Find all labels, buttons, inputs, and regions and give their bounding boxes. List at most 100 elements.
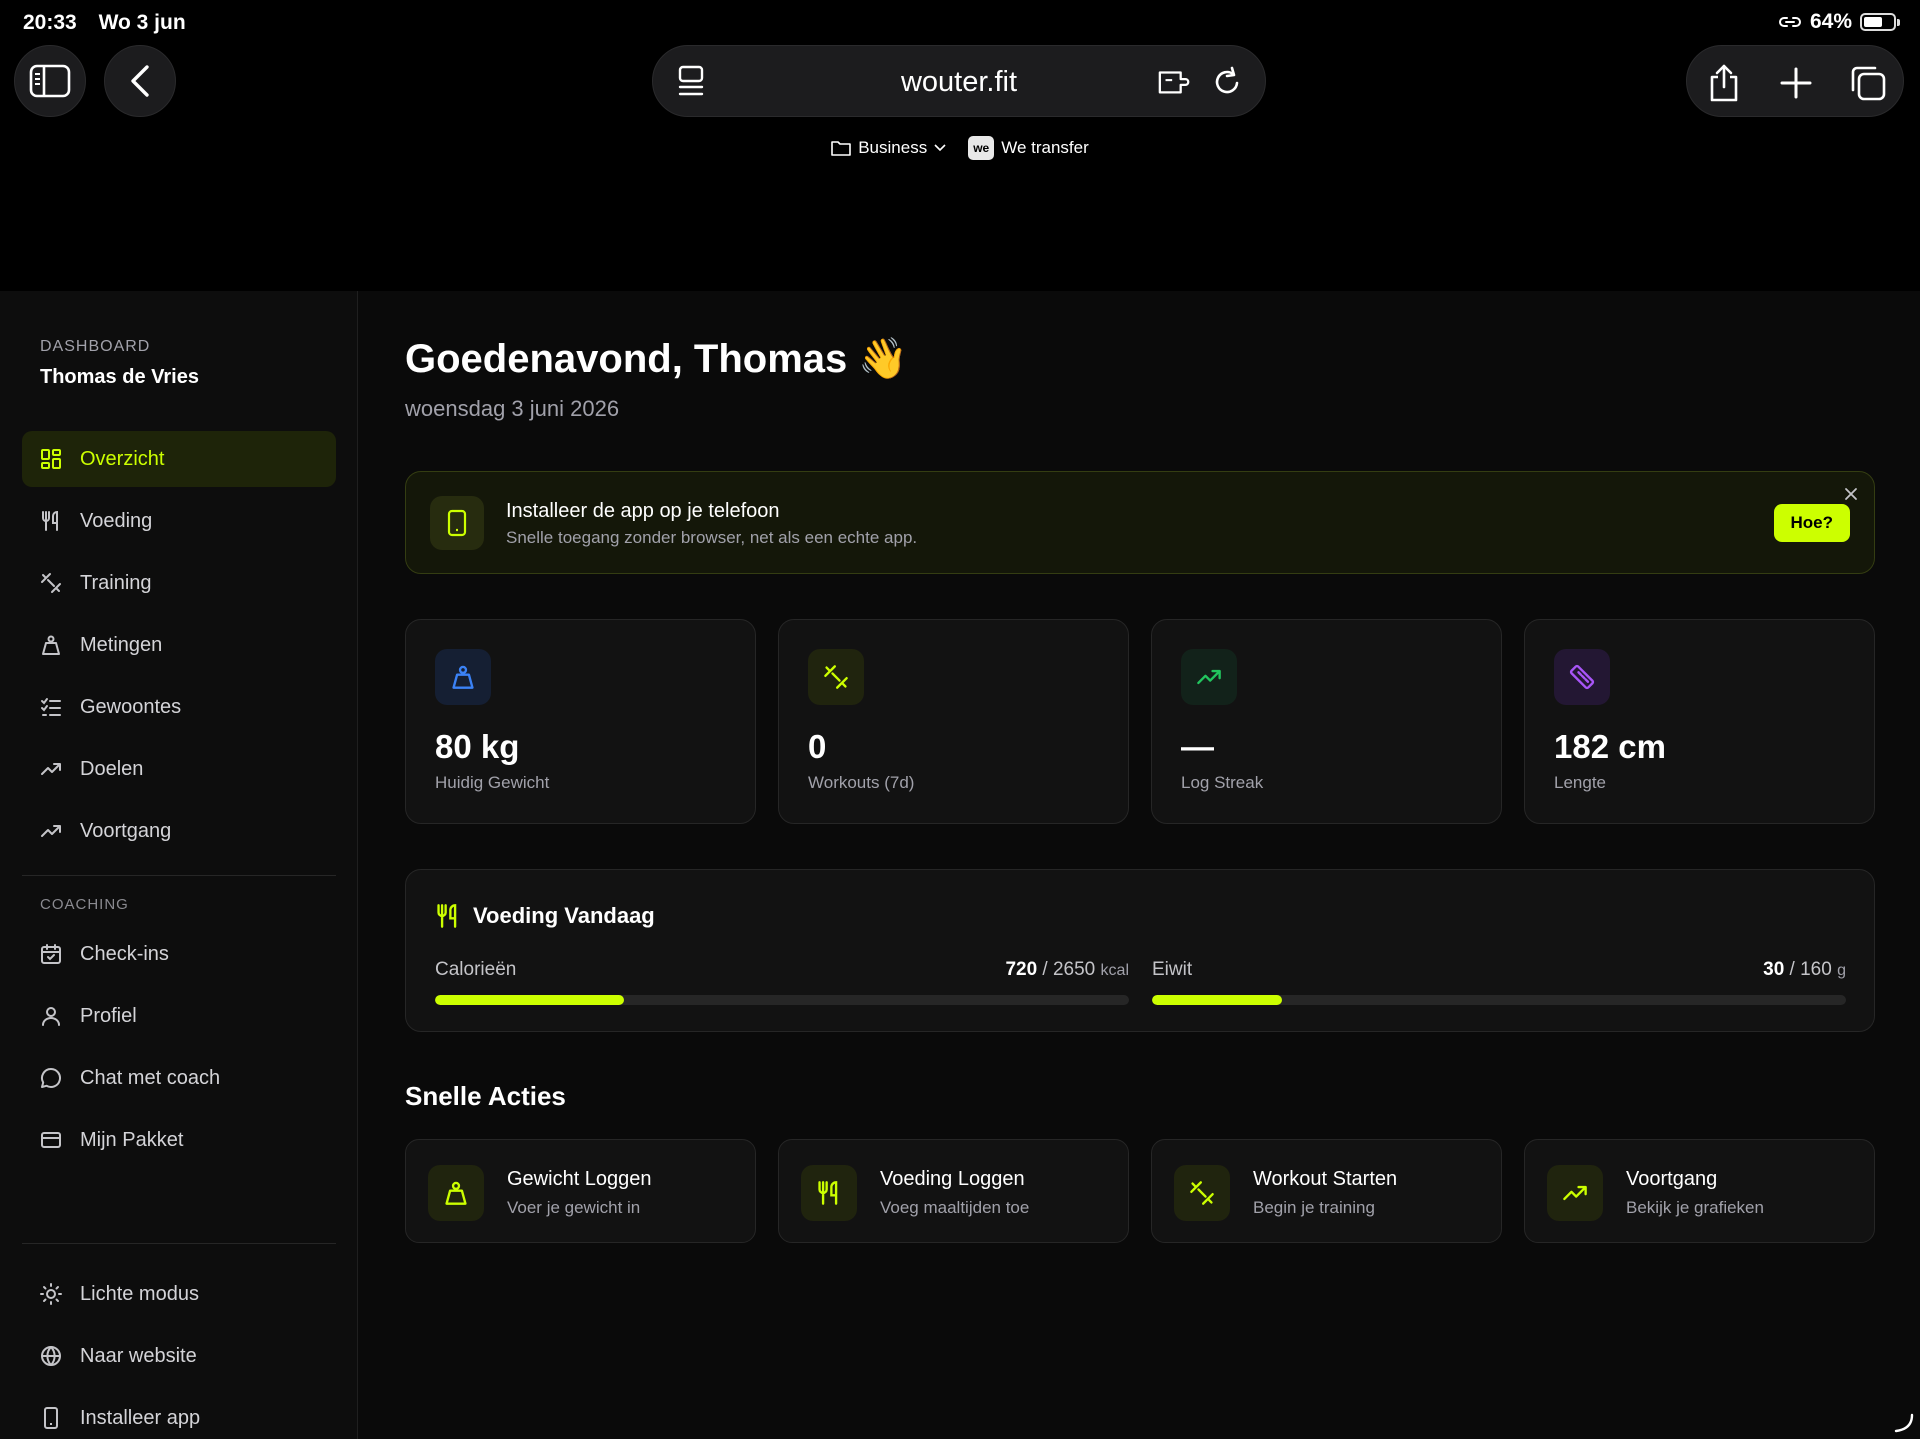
sidebar-toggle-button[interactable] (14, 45, 86, 117)
stat-card-streak: — Log Streak (1151, 619, 1502, 824)
sidebar-item-pakket[interactable]: Mijn Pakket (22, 1112, 336, 1168)
action-title: Workout Starten (1253, 1168, 1398, 1190)
chevron-left-icon (131, 65, 149, 97)
plus-icon (1780, 67, 1812, 99)
macro-current: 720 (1005, 959, 1038, 980)
resize-handle-icon[interactable] (1892, 1411, 1914, 1433)
extension-button[interactable] (1157, 64, 1193, 100)
wetransfer-icon: we (968, 136, 995, 160)
status-time: 20:33 (23, 11, 77, 34)
close-banner-button[interactable] (1842, 485, 1860, 503)
sidebar-divider (22, 875, 336, 876)
progress-bar (1152, 995, 1846, 1005)
sidebar-item-label: Doelen (80, 757, 144, 780)
action-log-nutrition[interactable]: Voeding Loggen Voeg maaltijden toe (778, 1139, 1129, 1243)
action-log-weight[interactable]: Gewicht Loggen Voer je gewicht in (405, 1139, 756, 1243)
weight-icon (428, 1165, 484, 1221)
sidebar-item-gewoontes[interactable]: Gewoontes (22, 679, 336, 735)
chevron-down-icon (934, 144, 946, 152)
checklist-icon (41, 698, 61, 716)
sidebar-item-overzicht[interactable]: Overzicht (22, 431, 336, 487)
stat-label: Workouts (7d) (808, 773, 915, 792)
tabs-icon (1851, 66, 1886, 101)
action-progress[interactable]: Voortgang Bekijk je grafieken (1524, 1139, 1875, 1243)
bookmark-label: We transfer (1001, 138, 1089, 157)
extension-icon (1158, 71, 1190, 94)
stat-value: 80 kg (435, 728, 520, 765)
page-title: Goedenavond, Thomas 👋 (405, 337, 909, 381)
sidebar-item-profiel[interactable]: Profiel (22, 988, 336, 1044)
sidebar-item-label: Overzicht (80, 447, 165, 470)
sidebar-item-chat[interactable]: Chat met coach (22, 1050, 336, 1106)
reload-button[interactable] (1209, 64, 1245, 100)
utensils-icon (42, 510, 58, 531)
sidebar-item-check-ins[interactable]: Check-ins (22, 926, 336, 982)
macro-label: Calorieën (435, 959, 517, 980)
current-date: woensdag 3 juni 2026 (405, 396, 620, 421)
sidebar-item-lichte-modus[interactable]: Lichte modus (22, 1266, 336, 1322)
phone-icon (430, 496, 484, 550)
battery-icon (1860, 13, 1900, 31)
action-start-workout[interactable]: Workout Starten Begin je training (1151, 1139, 1502, 1243)
sidebar-item-installeer-app[interactable]: Installeer app (22, 1390, 336, 1439)
bookmark-wetransfer[interactable]: we We transfer (968, 136, 1089, 160)
sun-icon (40, 1283, 62, 1305)
battery-percent: 64% (1809, 10, 1852, 33)
macro-value: 720 / 2650 kcal (1005, 959, 1129, 980)
calendar-icon (41, 944, 61, 964)
macro-current: 30 (1763, 959, 1785, 980)
macro-target: 160 (1800, 959, 1832, 980)
sidebar-section-label: DASHBOARD (40, 338, 151, 355)
stat-card-weight: 80 kg Huidig Gewicht (405, 619, 756, 824)
folder-icon (831, 141, 852, 156)
action-subtitle: Voer je gewicht in (507, 1198, 641, 1217)
status-bar: 20:33 Wo 3 jun 64% (0, 0, 1920, 44)
status-date: Wo 3 jun (98, 11, 186, 34)
stat-card-height: 182 cm Lengte (1524, 619, 1875, 824)
macro-unit: g (1837, 962, 1846, 979)
stat-label: Lengte (1554, 773, 1606, 792)
share-button[interactable] (1705, 64, 1743, 102)
reload-icon (1215, 66, 1239, 94)
trend-icon (1181, 649, 1237, 705)
stat-card-workouts: 0 Workouts (7d) (778, 619, 1129, 824)
utensils-icon (801, 1165, 857, 1221)
trend-icon (41, 763, 61, 775)
banner-subtitle: Snelle toegang zonder browser, net als e… (506, 528, 918, 547)
sidebar-item-voeding[interactable]: Voeding (22, 493, 336, 549)
new-tab-button[interactable] (1777, 64, 1815, 102)
sidebar-item-naar-website[interactable]: Naar website (22, 1328, 336, 1384)
dumbbell-icon (808, 649, 864, 705)
macro-protein: Eiwit 30 / 160 g (1152, 959, 1846, 1005)
stat-label: Huidig Gewicht (435, 773, 550, 792)
sidebar-item-label: Voeding (80, 509, 153, 532)
app-container: DASHBOARD Thomas de Vries Overzicht Voed… (0, 291, 1920, 1439)
sidebar-item-label: Chat met coach (80, 1066, 221, 1089)
user-name: Thomas de Vries (40, 366, 199, 388)
phone-icon (44, 1407, 58, 1429)
browser-actions (1686, 45, 1904, 117)
progress-bar (435, 995, 1129, 1005)
progress-fill (1152, 995, 1283, 1005)
link-icon (1778, 17, 1801, 27)
sidebar-item-metingen[interactable]: Metingen (22, 617, 336, 673)
back-button[interactable] (104, 45, 176, 117)
stat-value: — (1181, 728, 1214, 765)
url-bar[interactable]: wouter.fit (652, 45, 1266, 117)
how-button[interactable]: Hoe? (1773, 504, 1850, 542)
sidebar-item-label: Lichte modus (80, 1282, 199, 1305)
bookmark-label: Business (858, 138, 928, 157)
sidebar-item-voortgang[interactable]: Voortgang (22, 803, 336, 859)
bookmark-folder-business[interactable]: Business (831, 136, 946, 160)
sidebar-item-doelen[interactable]: Doelen (22, 741, 336, 797)
sidebar-item-training[interactable]: Training (22, 555, 336, 611)
trend-icon (1547, 1165, 1603, 1221)
nutrition-today-card: Voeding Vandaag Calorieën 720 / 2650 kca… (405, 869, 1875, 1032)
macro-calories: Calorieën 720 / 2650 kcal (435, 959, 1129, 1005)
stat-value: 182 cm (1554, 728, 1666, 765)
tabs-overview-button[interactable] (1849, 64, 1887, 102)
card-icon (41, 1132, 61, 1148)
sidebar-divider (22, 1243, 336, 1244)
stat-value: 0 (808, 728, 827, 765)
user-icon (42, 1007, 60, 1026)
